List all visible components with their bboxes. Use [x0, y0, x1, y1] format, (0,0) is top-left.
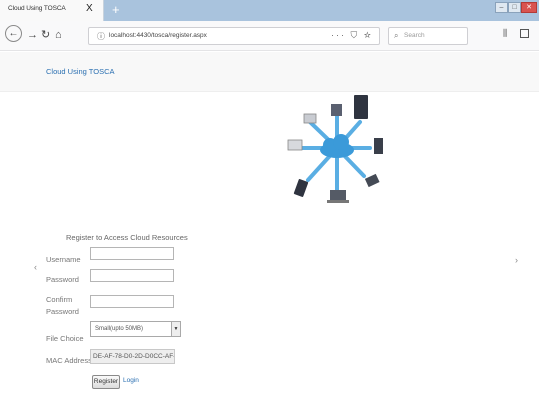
username-input[interactable] [90, 247, 174, 260]
file-choice-select[interactable]: Small(upto 50MB) ▼ [90, 321, 181, 337]
sidebar-icon[interactable] [520, 29, 529, 38]
file-choice-selected: Small(upto 50MB) [95, 326, 144, 332]
url-bar[interactable]: ⓘ localhost:4430/tosca/register.aspx ···… [88, 27, 380, 45]
library-icon[interactable]: ⫼ [503, 28, 507, 39]
tab-strip: Cloud Using TOSCA X + – □ ✕ [0, 0, 539, 21]
confirm-password-label-line1: Confirm [46, 295, 73, 304]
url-text[interactable]: localhost:4430/tosca/register.aspx [109, 32, 207, 39]
page-actions[interactable]: ··· ⛉ ☆ [331, 30, 373, 41]
back-icon[interactable]: ← [5, 25, 22, 42]
form-title: Register to Access Cloud Resources [66, 233, 188, 242]
mac-address-label: MAC Address [46, 356, 92, 365]
confirm-password-label-line2: Password [46, 307, 79, 316]
cloud-network-illustration [287, 95, 383, 203]
file-choice-label: File Choice [46, 334, 84, 343]
window-controls: – □ ✕ [495, 2, 537, 14]
search-bar[interactable]: ⌕ Search [388, 27, 468, 45]
carousel-next-icon[interactable]: › [515, 255, 518, 265]
close-window-button[interactable]: ✕ [521, 2, 537, 13]
chevron-down-icon[interactable]: ▼ [171, 322, 180, 336]
forward-icon[interactable]: → [27, 28, 38, 42]
tab-title: Cloud Using TOSCA [8, 5, 66, 12]
maximize-button[interactable]: □ [508, 2, 521, 13]
info-icon[interactable]: ⓘ [97, 31, 105, 42]
minimize-button[interactable]: – [495, 2, 508, 13]
search-icon: ⌕ [394, 31, 399, 40]
tab-close-icon[interactable]: X [86, 3, 93, 14]
navigation-toolbar: ← → ↻ ⌂ ⓘ localhost:4430/tosca/register.… [0, 21, 539, 51]
login-link[interactable]: Login [123, 377, 139, 384]
username-label: Username [46, 255, 81, 264]
carousel-prev-icon[interactable]: ‹ [34, 262, 37, 272]
home-icon[interactable]: ⌂ [55, 28, 62, 42]
browser-tab[interactable]: Cloud Using TOSCA X [0, 0, 104, 21]
search-placeholder: Search [404, 32, 425, 39]
reload-icon[interactable]: ↻ [41, 28, 50, 42]
confirm-password-input[interactable] [90, 295, 174, 308]
brand-link[interactable]: Cloud Using TOSCA [46, 67, 115, 76]
page-header: Cloud Using TOSCA [0, 52, 539, 92]
mac-address-field: DE-AF-78-D0-2D-D0CC-AF-7E [90, 349, 175, 364]
new-tab-button[interactable]: + [112, 2, 120, 17]
register-button[interactable]: Register [92, 375, 120, 389]
password-input[interactable] [90, 269, 174, 282]
password-label: Password [46, 275, 79, 284]
